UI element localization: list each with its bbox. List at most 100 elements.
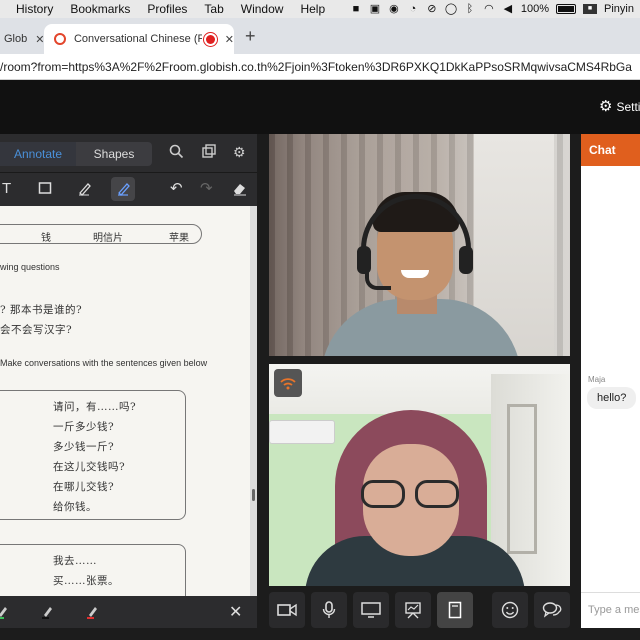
whiteboard-tabs: Annotate Shapes xyxy=(0,142,152,166)
recording-indicator-icon xyxy=(205,34,215,44)
monitor-icon xyxy=(361,602,381,618)
dialog-box: 我去…… 买……张票。 xyxy=(0,544,186,596)
chat-toggle-button[interactable] xyxy=(534,592,570,628)
vocabulary-box: 钱 明信片 苹果 xyxy=(0,224,202,244)
chat-input[interactable]: Type a mes xyxy=(581,592,640,628)
exercise-line: ? 那本书是谁的? xyxy=(0,304,83,316)
easel-icon xyxy=(405,602,421,619)
whiteboard-button[interactable] xyxy=(395,592,431,628)
tab-shapes[interactable]: Shapes xyxy=(76,142,152,166)
dialog-line: 多少钱一斤? xyxy=(53,441,115,453)
menu-profiles[interactable]: Profiles xyxy=(147,2,187,16)
video-camera-icon xyxy=(277,603,297,617)
browser-tab-strip: Glob ✕ Conversational Chinese (Fu ✕ + xyxy=(0,18,640,54)
chat-title: Chat xyxy=(581,134,640,166)
green-pen-icon[interactable] xyxy=(0,605,8,622)
headset-mic xyxy=(365,272,391,290)
textbook-page[interactable]: 钱 明信片 苹果 wing questions ? 那本书是谁的? 会不会写汉字… xyxy=(0,206,250,596)
headset-earpiece xyxy=(357,246,371,274)
wifi-icon[interactable]: ◠ xyxy=(483,3,495,15)
chat-bubbles-icon xyxy=(542,602,562,618)
status-area: ■ ▣ ◉ ◔ ⊘ ◯ ᛒ ◠ ◀ 100% ■ Pinyin xyxy=(350,0,640,18)
battery-percentage: 100% xyxy=(520,3,550,15)
door-panel xyxy=(507,404,537,554)
undo-icon[interactable]: ↶ xyxy=(170,181,183,197)
dialog-line: 我去…… xyxy=(53,555,97,567)
chat-sender-name: Maja xyxy=(588,375,606,384)
connection-quality-icon xyxy=(274,369,302,397)
settings-button[interactable]: ⚙ Setti xyxy=(599,99,640,114)
tab-annotate[interactable]: Annotate xyxy=(0,142,76,166)
pen-tool-icon[interactable] xyxy=(77,181,92,200)
whiteboard-panel: Annotate Shapes ⚙ T ↶ ↷ 钱 明信片 苹果 wing qu… xyxy=(0,134,257,628)
annotation-toolbar: T ↶ ↷ xyxy=(0,172,257,206)
new-tab-plus-icon[interactable]: + xyxy=(245,26,256,47)
video-tile-teacher[interactable] xyxy=(269,134,570,356)
text-tool-icon[interactable]: T xyxy=(2,181,11,197)
eraser-icon[interactable] xyxy=(232,181,247,200)
exercise-instruction: wing questions xyxy=(0,262,60,272)
chat-panel: Chat Maja hello? Type a mes xyxy=(581,134,640,628)
ring-icon[interactable]: ◯ xyxy=(445,3,457,15)
gear-icon[interactable]: ⚙ xyxy=(233,144,246,160)
screen-record-icon[interactable]: ▣ xyxy=(369,3,381,15)
dialog-line: 一斤多少钱? xyxy=(53,421,115,433)
tab-close-icon[interactable]: ✕ xyxy=(225,33,234,46)
site-favicon-icon xyxy=(54,33,66,45)
app-status-icon[interactable]: ◉ xyxy=(388,3,400,15)
input-method-label[interactable]: Pinyin xyxy=(604,3,634,15)
scrollbar-thumb[interactable] xyxy=(252,489,255,501)
bluetooth-icon[interactable]: ᛒ xyxy=(464,3,476,15)
screen-share-button[interactable] xyxy=(353,592,389,628)
menu-bookmarks[interactable]: Bookmarks xyxy=(70,2,130,16)
dialog-line: 请问，有……吗? xyxy=(53,401,137,413)
camera-status-icon[interactable]: ■ xyxy=(350,3,362,15)
smiley-icon xyxy=(501,601,519,619)
redo-icon[interactable]: ↷ xyxy=(200,181,213,197)
red-pen-icon[interactable] xyxy=(86,605,98,622)
black-pen-icon[interactable] xyxy=(41,605,53,622)
chat-message: hello? xyxy=(587,387,637,409)
input-source-icon[interactable]: ■ xyxy=(583,4,598,14)
search-icon[interactable] xyxy=(169,144,184,162)
url-text[interactable]: /room?from=https%3A%2F%2Froom.globish.co… xyxy=(0,60,632,74)
browser-tab-inactive[interactable]: Glob ✕ xyxy=(0,24,44,54)
rectangle-tool-icon[interactable] xyxy=(38,181,52,199)
close-icon[interactable]: ✕ xyxy=(229,602,242,622)
browser-tab-active[interactable]: Conversational Chinese (Fu ✕ xyxy=(44,24,234,54)
gear-icon: ⚙ xyxy=(599,98,613,115)
battery-icon[interactable] xyxy=(556,4,577,14)
exercise-instruction: Make conversations with the sentences gi… xyxy=(0,358,208,368)
air-conditioner xyxy=(269,420,335,444)
vocab-word: 明信片 xyxy=(93,233,123,244)
glasses xyxy=(361,480,461,510)
pages-icon[interactable] xyxy=(201,144,216,162)
camera-button[interactable] xyxy=(269,592,305,628)
dialog-line: 在这儿交钱吗? xyxy=(53,461,126,473)
page-scrollbar[interactable] xyxy=(250,206,257,596)
dialog-box: 请问，有……吗? 一斤多少钱? 多少钱一斤? 在这儿交钱吗? 在哪儿交钱? 给你… xyxy=(0,390,186,520)
menu-history[interactable]: History xyxy=(16,2,53,16)
exercise-line: 会不会写汉字? xyxy=(0,324,73,336)
menu-tab[interactable]: Tab xyxy=(204,2,223,16)
dialog-line: 在哪儿交钱? xyxy=(53,481,115,493)
reactions-button[interactable] xyxy=(492,592,528,628)
menu-window[interactable]: Window xyxy=(241,2,284,16)
menu-help[interactable]: Help xyxy=(300,2,325,16)
dialog-line: 买……张票。 xyxy=(53,575,119,587)
headset-earpiece xyxy=(459,246,473,274)
mac-menubar: History Bookmarks Profiles Tab Window He… xyxy=(0,0,640,18)
highlighter-tool-icon[interactable] xyxy=(111,177,135,201)
pocket-icon[interactable]: ◔ xyxy=(407,3,419,15)
volume-icon[interactable]: ◀ xyxy=(502,3,514,15)
video-tile-student[interactable] xyxy=(269,364,570,586)
adblock-icon[interactable]: ⊘ xyxy=(426,3,438,15)
call-controls xyxy=(269,592,570,628)
tab-title: Conversational Chinese (Fu xyxy=(73,33,202,45)
glasses-lens xyxy=(415,480,459,508)
document-button[interactable] xyxy=(437,592,473,628)
address-bar[interactable]: /room?from=https%3A%2F%2Froom.globish.co… xyxy=(0,54,640,80)
glasses-lens xyxy=(361,480,405,508)
vocab-word: 钱 xyxy=(41,233,51,244)
microphone-button[interactable] xyxy=(311,592,347,628)
